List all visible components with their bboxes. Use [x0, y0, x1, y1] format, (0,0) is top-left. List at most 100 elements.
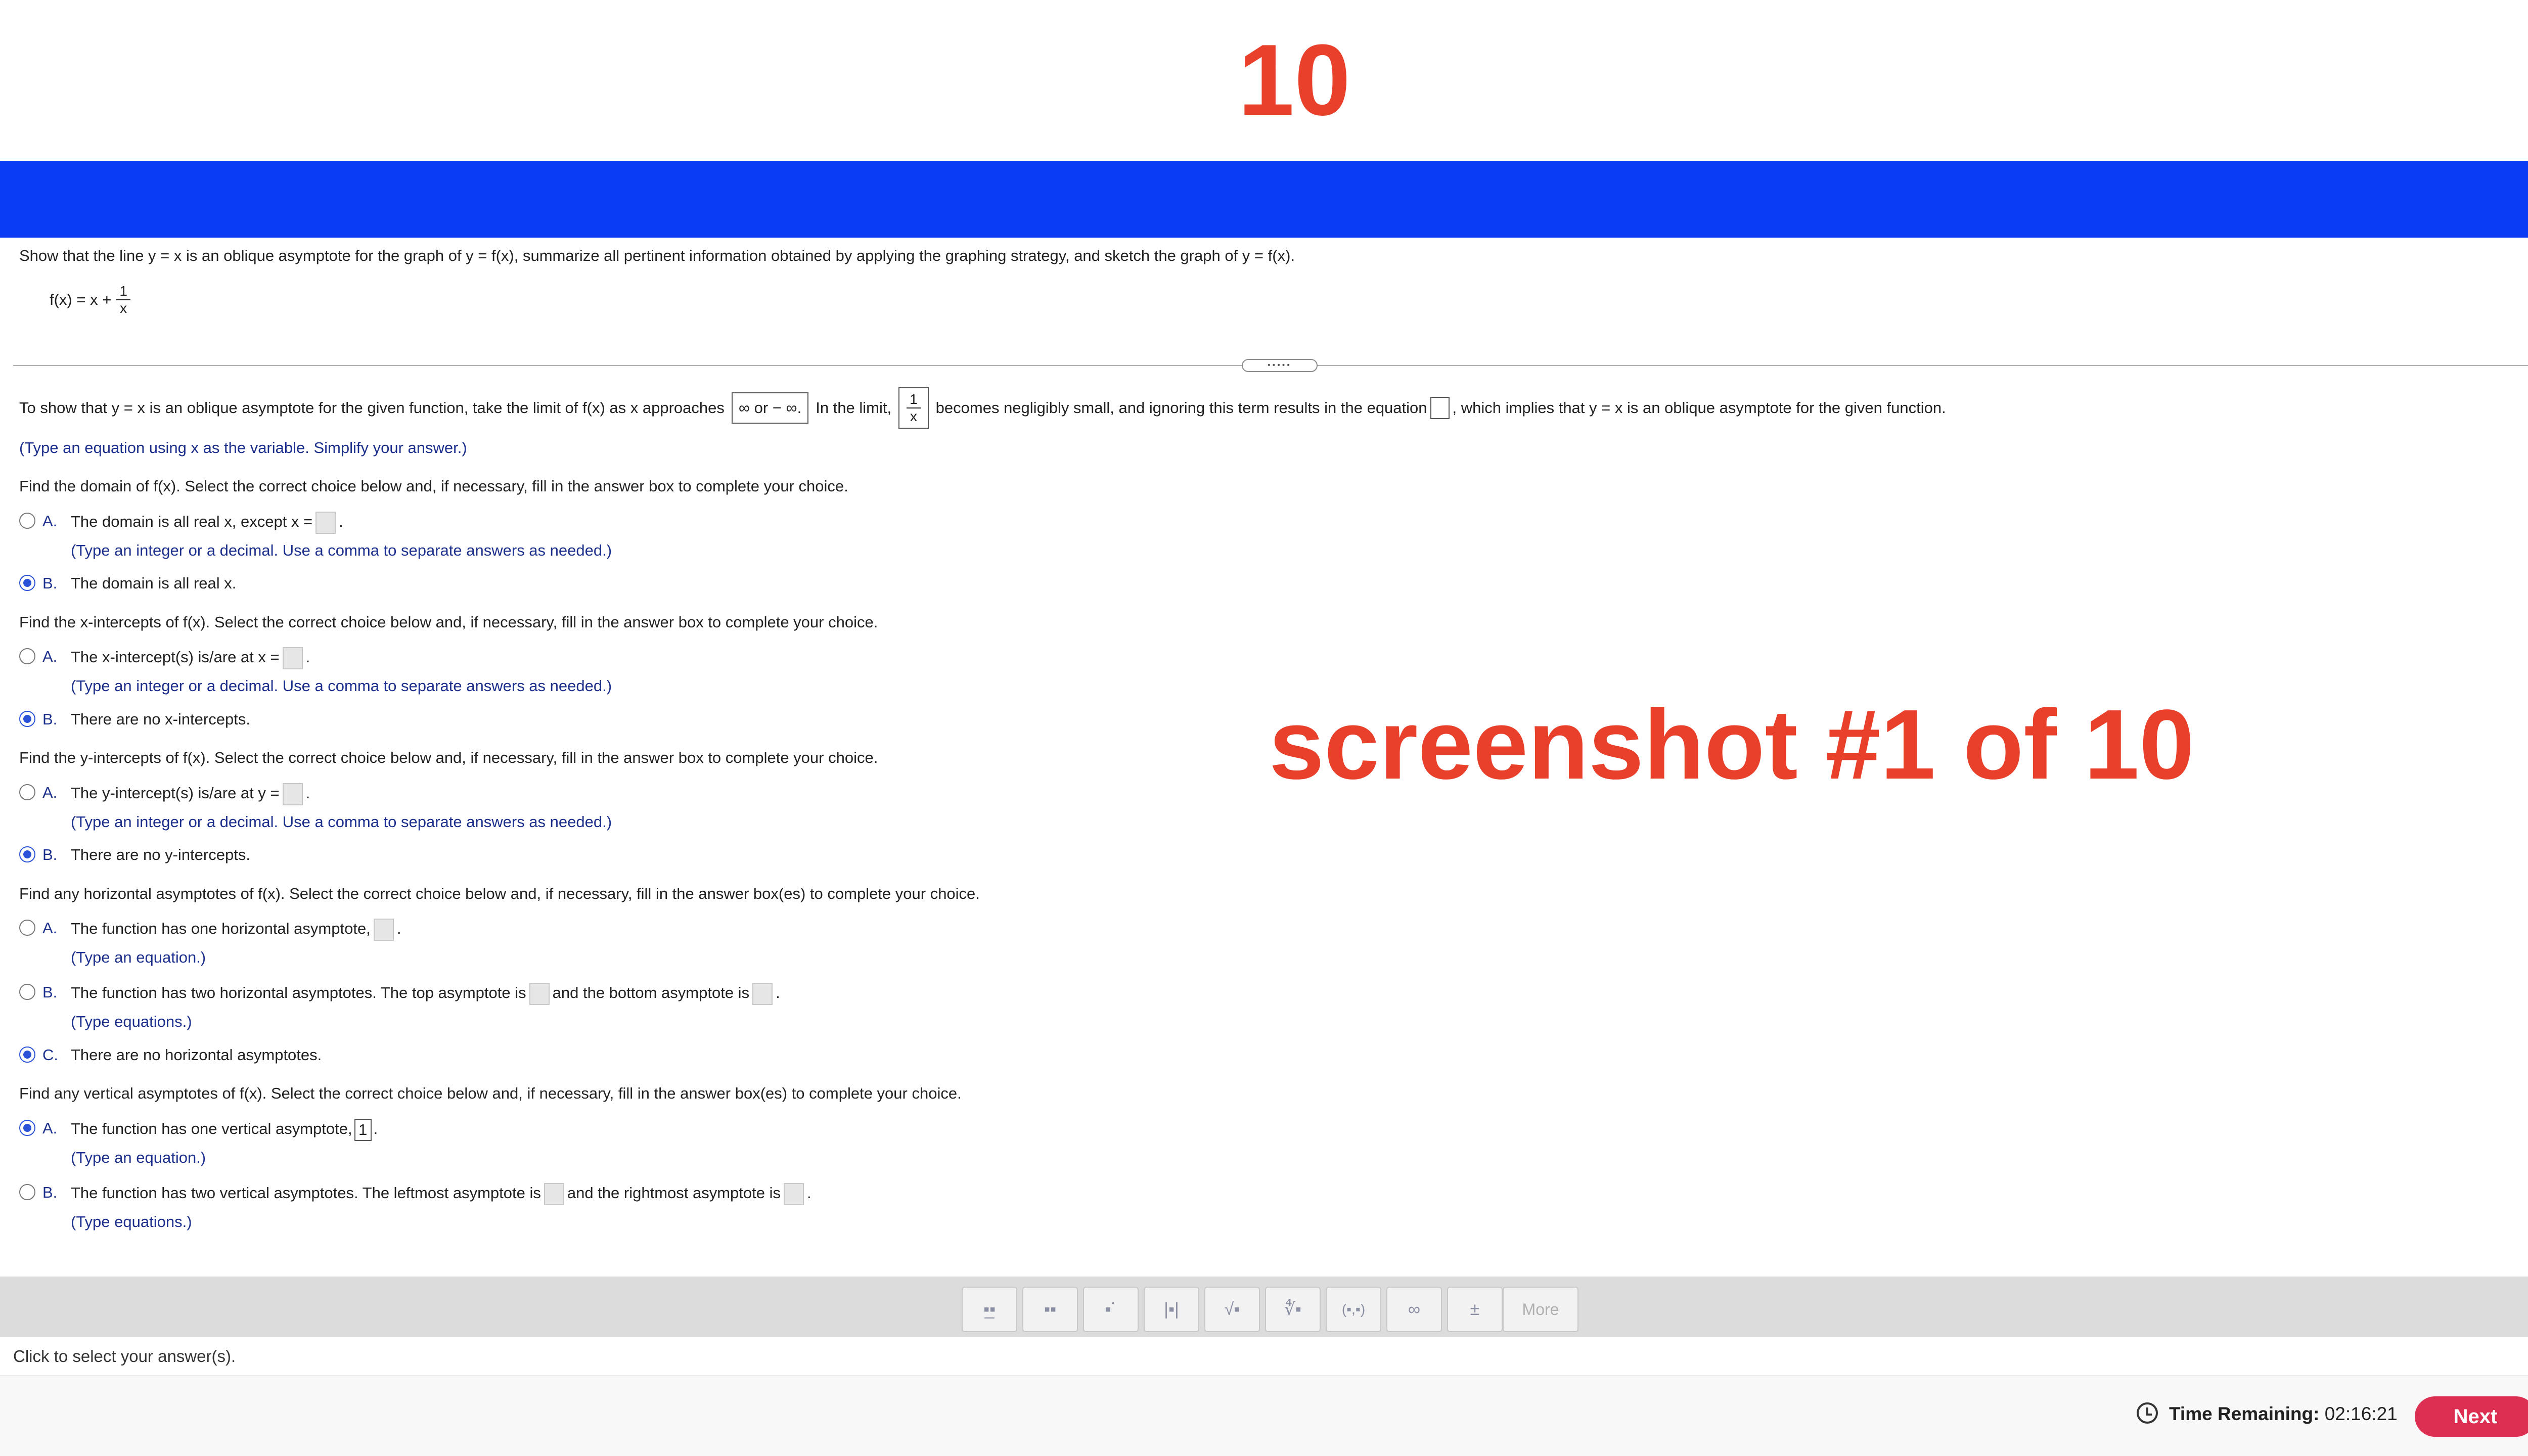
- choice-letter: B.: [42, 845, 58, 863]
- fraction-button[interactable]: ▪̲▪: [962, 1287, 1017, 1332]
- horizontal-asymptote-input[interactable]: [373, 919, 394, 941]
- answer-area: To show that y = x is an oblique asympto…: [19, 377, 2517, 1231]
- problem-statement: Show that the line y = x is an oblique a…: [19, 247, 1295, 264]
- choice-text: The domain is all real x.: [71, 574, 237, 593]
- choice-letter: B.: [42, 1183, 58, 1201]
- square-root-button[interactable]: √▪: [1204, 1287, 1260, 1332]
- screenshot-watermark: screenshot #1 of 10: [1269, 689, 2195, 800]
- more-button[interactable]: More: [1503, 1287, 1578, 1332]
- choice-text: The domain is all real x, except x =: [71, 513, 313, 531]
- horizontal-choice-b[interactable]: B. The function has two horizontal asymp…: [19, 983, 2517, 1031]
- domain-choice-a[interactable]: A. The domain is all real x, except x =.…: [19, 512, 2517, 560]
- absolute-value-button[interactable]: |▪|: [1144, 1287, 1199, 1332]
- time-remaining: Time Remaining: 02:16:21: [2169, 1403, 2398, 1425]
- limit-text-1: To show that y = x is an oblique asympto…: [19, 399, 725, 417]
- fraction-numerator: 1: [116, 283, 130, 301]
- choice-letter: A.: [42, 512, 58, 530]
- leftmost-asymptote-input[interactable]: [544, 1182, 564, 1205]
- x-intercepts-radio-a[interactable]: [19, 648, 35, 665]
- choice-letter: C.: [42, 1045, 58, 1064]
- y-intercepts-choice-b[interactable]: B. There are no y-intercepts.: [19, 845, 2517, 864]
- x-intercept-input[interactable]: [282, 647, 303, 670]
- limit-equation-input[interactable]: [1430, 397, 1450, 419]
- choice-letter: B.: [42, 710, 58, 728]
- choice-text: The x-intercept(s) is/are at x =: [71, 648, 280, 666]
- x-intercepts-question: Find the x-intercepts of f(x). Select th…: [19, 613, 878, 631]
- limit-text-3: becomes negligibly small, and ignoring t…: [935, 399, 1427, 417]
- y-intercept-input[interactable]: [282, 783, 303, 805]
- rightmost-asymptote-input[interactable]: [784, 1182, 804, 1205]
- limit-text-4: , which implies that y = x is an oblique…: [1452, 399, 1946, 417]
- mixed-number-button[interactable]: ▪▪: [1022, 1287, 1078, 1332]
- choice-text: The y-intercept(s) is/are at y =: [71, 784, 280, 802]
- choice-hint: (Type an equation.): [71, 1148, 206, 1166]
- header-band: [0, 161, 2528, 238]
- choice-text: The function has two horizontal asymptot…: [71, 984, 526, 1002]
- domain-radio-a[interactable]: [19, 513, 35, 529]
- vertical-radio-a[interactable]: [19, 1119, 35, 1136]
- vertical-asymptotes-question: Find any vertical asymptotes of f(x). Se…: [19, 1084, 962, 1103]
- horizontal-choice-c[interactable]: C. There are no horizontal asymptotes.: [19, 1045, 2517, 1064]
- domain-except-input[interactable]: [315, 512, 336, 534]
- vertical-choice-a[interactable]: A. The function has one vertical asympto…: [19, 1118, 2517, 1167]
- choice-letter: B.: [42, 983, 58, 1002]
- time-remaining-label: Time Remaining:: [2169, 1403, 2320, 1424]
- divider-handle[interactable]: •••••: [1242, 359, 1318, 372]
- choice-text: There are no horizontal asymptotes.: [71, 1045, 322, 1064]
- choice-text: There are no x-intercepts.: [71, 710, 250, 728]
- choice-letter: A.: [42, 919, 58, 937]
- choice-letter: B.: [42, 574, 58, 593]
- next-button[interactable]: Next: [2415, 1396, 2528, 1437]
- ordered-pair-button[interactable]: (▪,▪): [1326, 1287, 1381, 1332]
- horizontal-choice-a[interactable]: A. The function has one horizontal asymp…: [19, 919, 2517, 967]
- limit-term-fraction: 1 x: [907, 391, 921, 425]
- horizontal-radio-a[interactable]: [19, 920, 35, 936]
- vertical-asymptote-input[interactable]: 1: [354, 1118, 372, 1141]
- domain-radio-b[interactable]: [19, 575, 35, 592]
- limit-statement: To show that y = x is an oblique asympto…: [19, 377, 2517, 439]
- choice-text-b: and the rightmost asymptote is: [567, 1184, 781, 1202]
- nth-root-button[interactable]: ∜▪: [1265, 1287, 1321, 1332]
- choice-hint: (Type an integer or a decimal. Use a com…: [71, 541, 612, 559]
- vertical-radio-b[interactable]: [19, 1184, 35, 1200]
- limit-text-2: In the limit,: [816, 399, 892, 417]
- close-icon[interactable]: ✕: [2526, 1283, 2528, 1310]
- math-toolbar: [0, 1277, 2528, 1337]
- top-asymptote-input[interactable]: [529, 983, 550, 1006]
- function-definition: f(x) = x + 1 x: [50, 283, 130, 316]
- choice-text: The function has one horizontal asymptot…: [71, 920, 371, 938]
- vertical-choice-b[interactable]: B. The function has two vertical asympto…: [19, 1182, 2517, 1231]
- choice-letter: A.: [42, 648, 58, 666]
- choice-text: The function has one vertical asymptote,: [71, 1119, 352, 1138]
- horizontal-radio-b[interactable]: [19, 984, 35, 1000]
- choice-hint: (Type an integer or a decimal. Use a com…: [71, 812, 612, 831]
- choice-text: The function has two vertical asymptotes…: [71, 1184, 541, 1202]
- domain-question: Find the domain of f(x). Select the corr…: [19, 477, 848, 495]
- function-fraction: 1 x: [116, 283, 130, 316]
- question-number: 10: [1238, 24, 1351, 136]
- clock-icon: [2137, 1402, 2158, 1424]
- infinity-button[interactable]: ∞: [1386, 1287, 1442, 1332]
- limit-frac-denominator: x: [910, 408, 917, 424]
- y-intercepts-radio-a[interactable]: [19, 784, 35, 800]
- domain-choice-b[interactable]: B. The domain is all real x.: [19, 574, 2517, 593]
- limit-term-box[interactable]: 1 x: [898, 387, 929, 429]
- horizontal-radio-c[interactable]: [19, 1046, 35, 1063]
- x-intercepts-radio-b[interactable]: [19, 710, 35, 727]
- y-intercepts-radio-b[interactable]: [19, 846, 35, 862]
- limit-approach-answer[interactable]: ∞ or − ∞.: [731, 392, 809, 424]
- fraction-denominator: x: [120, 300, 127, 316]
- choice-hint: (Type an equation.): [71, 948, 206, 967]
- status-message: Click to select your answer(s).: [13, 1347, 236, 1366]
- choice-letter: A.: [42, 1119, 58, 1137]
- limit-hint: (Type an equation using x as the variabl…: [19, 439, 467, 457]
- plus-minus-button[interactable]: ±: [1447, 1287, 1503, 1332]
- choice-text-b: and the bottom asymptote is: [552, 984, 750, 1002]
- limit-frac-numerator: 1: [907, 391, 921, 408]
- exponent-button[interactable]: ▪˙: [1083, 1287, 1139, 1332]
- bottom-asymptote-input[interactable]: [752, 983, 773, 1006]
- function-label: f(x) = x +: [50, 291, 112, 309]
- choice-hint: (Type an integer or a decimal. Use a com…: [71, 677, 612, 695]
- horizontal-asymptotes-question: Find any horizontal asymptotes of f(x). …: [19, 884, 980, 902]
- time-remaining-value: 02:16:21: [2324, 1403, 2398, 1424]
